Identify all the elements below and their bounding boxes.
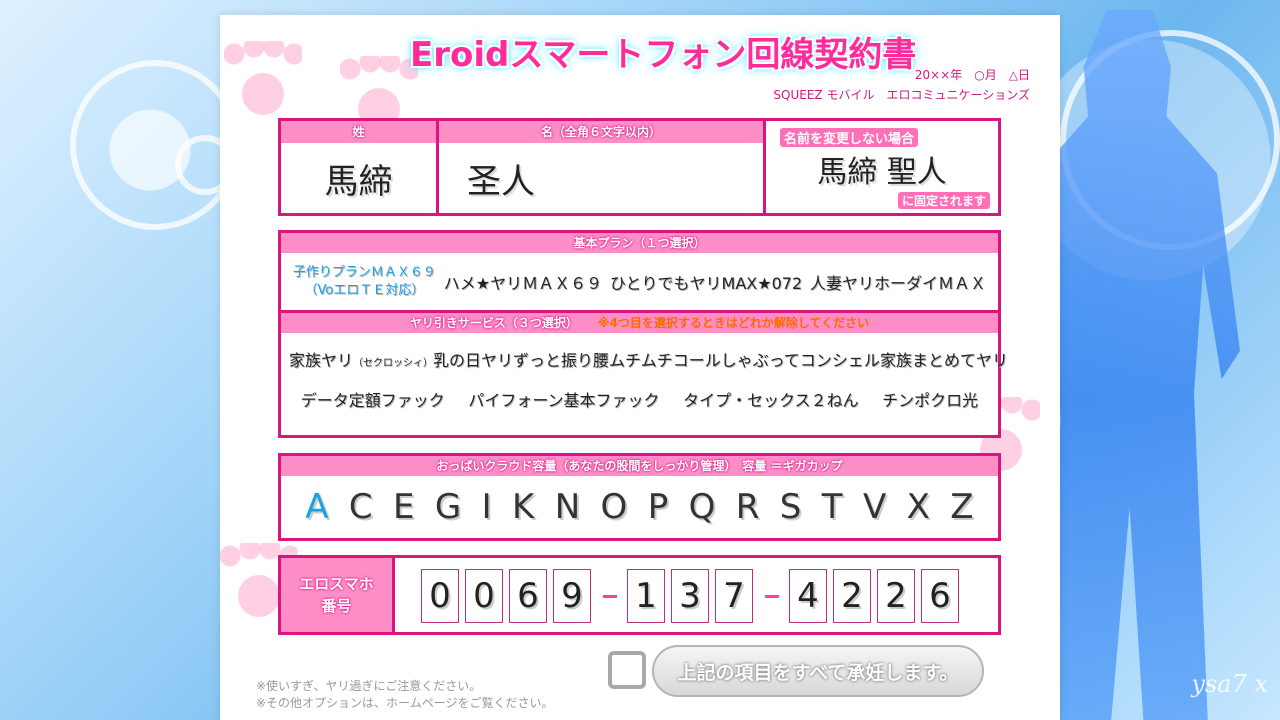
phone-digit: 7 [715, 569, 753, 623]
service-option[interactable]: チンポクロ光 [882, 387, 978, 411]
capacity-option[interactable]: I [482, 487, 492, 527]
contract-title: Eroidスマートフォン回線契約書 [410, 35, 917, 75]
plan-section: 基本プラン（１つ選択） 子作りプランＭＡＸ６９ （VoエロＴＥ対応） ハメ★ヤリ… [278, 230, 1008, 438]
phone-digit: 2 [833, 569, 871, 623]
service-option-label: 家族ヤリ [289, 351, 354, 370]
capacity-option[interactable]: P [648, 487, 669, 527]
default-name-label: 名前を変更しない場合 [780, 128, 919, 147]
default-full-name: 馬締 聖人 [817, 155, 947, 190]
given-name-field[interactable]: 圣人 [439, 143, 763, 213]
phone-dash [765, 594, 779, 598]
phone-digit: 6 [921, 569, 959, 623]
service-option[interactable]: ずっと振り腰 [513, 347, 609, 371]
phone-digit: 3 [671, 569, 709, 623]
basic-plan-options: 子作りプランＭＡＸ６９ （VoエロＴＥ対応） ハメ★ヤリＭＡＸ６９ ひとりでもヤ… [281, 253, 998, 313]
name-section: 姓 馬締 名（全角６文字以内） 圣人 名前を変更しない場合 馬締 聖人 に固定さ… [278, 118, 1001, 216]
surname-value: 馬締 [324, 161, 393, 202]
service-header-label: ヤリ引きサービス（３つ選択） [409, 316, 578, 330]
phone-number-label-line1: エロスマホ [299, 575, 374, 593]
capacity-option[interactable]: R [736, 487, 760, 527]
service-option[interactable]: パイフォーン基本ファック [468, 387, 659, 411]
watermark: ysa7 x [1191, 670, 1268, 698]
given-name-header: 名（全角６文字以内） [439, 121, 763, 143]
service-option[interactable]: 家族ヤリ（セクロッシィ） [289, 347, 433, 371]
phone-digit: 6 [509, 569, 547, 623]
company-name: SQUEEZ モバイル エロコミュニケーションズ [773, 88, 1030, 102]
accept-checkbox[interactable] [608, 651, 646, 689]
phone-number-section: エロスマホ 番号 0 0 6 9 1 3 7 4 2 2 6 [278, 555, 1001, 635]
service-option[interactable]: 乳の日ヤリ [433, 347, 513, 371]
capacity-option[interactable]: T [822, 487, 843, 527]
capacity-option[interactable]: A [305, 487, 328, 527]
service-option-sublabel: （セクロッシィ） [353, 358, 434, 369]
accept-button[interactable]: 上記の項目をすべて承妊します。 [652, 645, 984, 697]
footnote-usage: ※使いすぎ、ヤリ過ぎにご注意ください。 [256, 679, 482, 693]
capacity-letter-options: A C E G I K N O P Q R S T V X Z [281, 476, 998, 538]
capacity-option[interactable]: O [601, 487, 628, 527]
capacity-option[interactable]: E [393, 487, 414, 527]
phone-digit: 1 [627, 569, 665, 623]
paw-print-decoration [220, 543, 298, 617]
capacity-option[interactable]: X [907, 487, 930, 527]
service-header: ヤリ引きサービス（３つ選択） ※4つ目を選択するときはどれか解除してください [281, 313, 998, 333]
phone-digit: 2 [877, 569, 915, 623]
service-warning: ※4つ目を選択するときはどれか解除してください [597, 316, 870, 330]
plan-option-sublabel: （VoエロＴＥ対応） [304, 282, 425, 298]
capacity-option[interactable]: Q [689, 487, 716, 527]
capacity-option[interactable]: K [512, 487, 534, 527]
basic-plan-header: 基本プラン（１つ選択） [281, 233, 998, 253]
capacity-option[interactable]: G [435, 487, 461, 527]
phone-number-digits: 0 0 6 9 1 3 7 4 2 2 6 [421, 569, 965, 623]
phone-dash [603, 594, 617, 598]
service-option[interactable]: データ定額ファック [301, 387, 445, 411]
plan-option-label: 子作りプランＭＡＸ６９ [292, 264, 436, 280]
contract-date: 20××年 ○月 △日 [914, 68, 1030, 82]
phone-number-label-line2: 番号 [321, 597, 352, 615]
plan-option-hame-yari[interactable]: ハメ★ヤリＭＡＸ６９ [444, 270, 602, 294]
phone-digit: 0 [421, 569, 459, 623]
plan-option-hitori[interactable]: ひとりでもヤリMAX★072 [610, 270, 802, 294]
default-name-note: 名前を変更しない場合 馬締 聖人 に固定されます [766, 121, 998, 213]
capacity-option[interactable]: C [349, 487, 373, 527]
capacity-option[interactable]: V [863, 487, 886, 527]
default-name-suffix: に固定されます [897, 192, 990, 209]
paw-print-decoration [224, 41, 302, 115]
capacity-option[interactable]: N [555, 487, 580, 527]
service-option[interactable]: ムチムチコール [609, 347, 721, 371]
plan-option-kozukuri[interactable]: 子作りプランＭＡＸ６９ （VoエロＴＥ対応） [293, 264, 436, 300]
plan-option-hitozuma[interactable]: 人妻ヤリホーダイＭＡＸ [810, 270, 986, 294]
service-option[interactable]: タイプ・セックス２ねん [683, 387, 859, 411]
phone-digit: 4 [789, 569, 827, 623]
cloud-capacity-section: おっぱいクラウド容量（あなたの股間をしっかり管理） 容量 ＝ギガカップ A C … [278, 453, 1001, 541]
service-options-row-1: 家族ヤリ（セクロッシィ） 乳の日ヤリ ずっと振り腰 ムチムチコール しゃぶってコ… [281, 339, 1008, 379]
phone-number-label: エロスマホ 番号 [281, 558, 395, 632]
given-name-column[interactable]: 名（全角６文字以内） 圣人 [439, 121, 766, 213]
service-options-row-2: データ定額ファック パイフォーン基本ファック タイプ・セックス２ねん チンポクロ… [281, 379, 998, 419]
phone-digit: 0 [465, 569, 503, 623]
service-option[interactable]: 家族まとめてヤリ [880, 347, 1008, 371]
footnote-options: ※その他オプションは、ホームページをご覧ください。 [256, 696, 554, 710]
capacity-option[interactable]: Z [950, 487, 973, 527]
capacity-option[interactable]: S [780, 487, 802, 527]
phone-digit: 9 [553, 569, 591, 623]
cloud-capacity-header: おっぱいクラウド容量（あなたの股間をしっかり管理） 容量 ＝ギガカップ [281, 456, 998, 476]
surname-header: 姓 [281, 121, 436, 143]
surname-column: 姓 馬締 [281, 121, 439, 213]
service-option[interactable]: しゃぶってコンシェル [721, 347, 880, 371]
contract-sheet: Eroidスマートフォン回線契約書 20××年 ○月 △日 SQUEEZ モバイ… [220, 15, 1060, 720]
